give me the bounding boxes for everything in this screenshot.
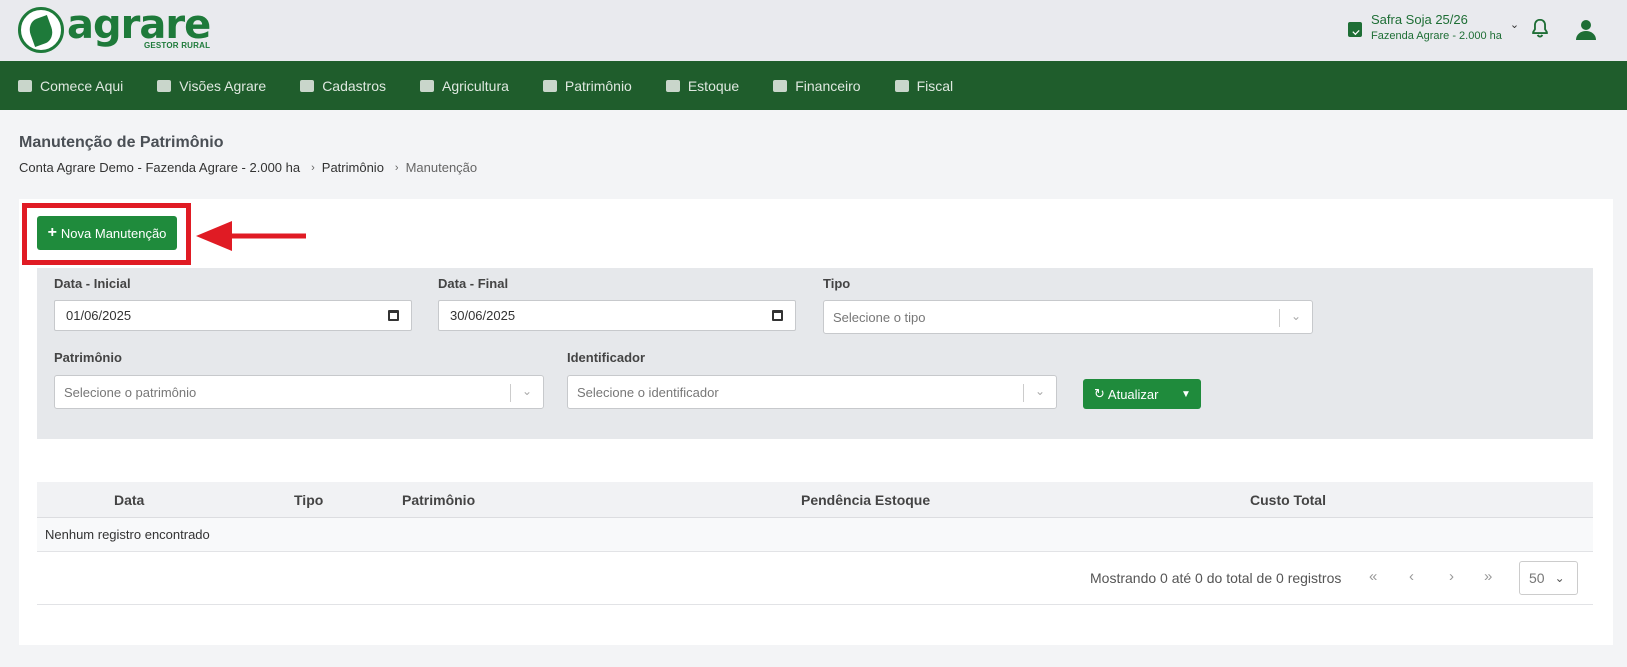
leaf-logo-icon: [18, 7, 64, 53]
nav-label: Cadastros: [322, 77, 386, 94]
page-size-select[interactable]: 50 ⌄: [1519, 561, 1578, 595]
user-icon[interactable]: [1574, 17, 1598, 41]
select-divider: [1279, 309, 1280, 327]
select-divider: [1023, 384, 1024, 402]
hand-money-icon: [773, 79, 788, 92]
nova-manutencao-button[interactable]: + Nova Manutenção: [37, 216, 177, 250]
breadcrumb: Conta Agrare Demo - Fazenda Agrare - 2.0…: [19, 160, 477, 175]
nav-label: Estoque: [687, 77, 740, 94]
nav-patrimonio[interactable]: Patrimônio: [542, 77, 632, 94]
identificador-select[interactable]: Selecione o identificador ⌄: [567, 375, 1057, 409]
leaf-icon: [420, 79, 434, 92]
chevron-down-icon: ⌄: [1034, 384, 1045, 398]
chevron-down-icon: ⌄: [1509, 19, 1520, 31]
nav-cadastros[interactable]: Cadastros: [300, 78, 386, 94]
atualizar-label: Atualizar: [1107, 386, 1159, 402]
dashboard-icon: [157, 79, 172, 92]
atualizar-button-group: ↻ Atualizar ▼: [1083, 379, 1201, 409]
table-header: Data Tipo Patrimônio Pendência Estoque C…: [37, 482, 1593, 518]
plus-icon: +: [47, 224, 57, 241]
patrimonio-placeholder: Selecione o patrimônio: [64, 384, 197, 400]
column-header-data[interactable]: Data: [114, 492, 144, 508]
data-inicial-input[interactable]: 01/06/2025: [54, 300, 412, 331]
bell-icon[interactable]: [1529, 16, 1551, 40]
page-size-value: 50: [1529, 570, 1545, 586]
identificador-label: Identificador: [567, 350, 646, 365]
chevron-down-icon: ⌄: [1290, 309, 1301, 323]
pagination-info: Mostrando 0 até 0 do total de 0 registro…: [1090, 570, 1342, 586]
truck-icon: [300, 79, 315, 92]
nav-agricultura[interactable]: Agricultura: [420, 78, 509, 94]
chevron-down-icon: ⌄: [521, 384, 532, 398]
breadcrumb-account[interactable]: Conta Agrare Demo - Fazenda Agrare - 2.0…: [19, 160, 300, 175]
first-page-icon[interactable]: «: [1369, 568, 1377, 585]
main-nav: Comece Aqui Visões Agrare Cadastros Agri…: [0, 61, 1627, 110]
patrimonio-label: Patrimônio: [54, 350, 122, 365]
nav-financeiro[interactable]: Financeiro: [773, 77, 861, 94]
table-empty-row: Nenhum registro encontrado: [37, 518, 1593, 552]
page-title: Manutenção de Patrimônio: [19, 134, 224, 151]
data-final-input[interactable]: 30/06/2025: [438, 300, 796, 331]
empty-message: Nenhum registro encontrado: [45, 527, 210, 542]
identificador-placeholder: Selecione o identificador: [577, 384, 719, 400]
safra-selector[interactable]: Safra Soja 25/26 Fazenda Agrare - 2.000 …: [1348, 12, 1519, 44]
brand-name: agrare: [67, 2, 211, 48]
patrimonio-select[interactable]: Selecione o patrimônio ⌄: [54, 375, 544, 409]
invoice-icon: [894, 79, 909, 92]
column-header-patrimonio[interactable]: Patrimônio: [402, 492, 475, 508]
fazenda-name: Fazenda Agrare - 2.000 ha: [1371, 30, 1502, 43]
data-final-value: 30/06/2025: [450, 308, 516, 323]
prev-page-icon[interactable]: ‹: [1409, 568, 1414, 585]
column-header-tipo[interactable]: Tipo: [294, 492, 323, 508]
nav-visoes-agrare[interactable]: Visões Agrare: [157, 78, 266, 94]
atualizar-button[interactable]: ↻ Atualizar: [1083, 386, 1171, 402]
calendar-icon[interactable]: [388, 310, 399, 321]
safra-name: Safra Soja 25/26: [1371, 12, 1468, 27]
handshake-icon: [18, 79, 32, 92]
chevron-right-icon: ›: [394, 161, 399, 174]
column-header-custo-total[interactable]: Custo Total: [1250, 492, 1326, 508]
nav-fiscal[interactable]: Fiscal: [894, 77, 954, 94]
data-inicial-value: 01/06/2025: [66, 308, 132, 323]
annotation-arrow-icon: [196, 221, 306, 251]
nav-estoque[interactable]: Estoque: [665, 77, 740, 94]
nav-label: Fiscal: [916, 77, 954, 94]
tipo-select[interactable]: Selecione o tipo ⌄: [823, 300, 1313, 334]
calendar-check-icon: [1348, 22, 1362, 37]
agrare-logo[interactable]: agrare GESTOR RURAL: [18, 2, 211, 53]
nova-manutencao-label: Nova Manutenção: [60, 225, 167, 241]
refresh-icon: ↻: [1094, 386, 1105, 401]
atualizar-dropdown-toggle[interactable]: ▼: [1171, 389, 1201, 400]
nav-label: Visões Agrare: [179, 77, 267, 94]
breadcrumb-patrimonio[interactable]: Patrimônio: [322, 160, 384, 175]
nav-label: Comece Aqui: [40, 77, 124, 94]
calendar-icon[interactable]: [772, 310, 783, 321]
data-inicial-label: Data - Inicial: [54, 276, 131, 291]
chevron-right-icon: ›: [311, 161, 315, 174]
table-footer-divider: [37, 604, 1593, 605]
next-page-icon[interactable]: ›: [1449, 568, 1454, 585]
nav-label: Patrimônio: [564, 77, 632, 94]
chevron-down-icon: ⌄: [1554, 571, 1565, 585]
breadcrumb-current: Manutenção: [405, 160, 478, 175]
nav-label: Financeiro: [795, 77, 861, 94]
last-page-icon[interactable]: »: [1484, 568, 1492, 585]
filter-panel: [37, 268, 1593, 439]
tractor-icon: [542, 79, 557, 92]
tipo-label: Tipo: [823, 276, 851, 291]
nav-label: Agricultura: [442, 77, 509, 94]
top-header: agrare GESTOR RURAL Safra Soja 25/26 Faz…: [0, 0, 1627, 61]
boxes-icon: [665, 79, 680, 92]
tipo-placeholder: Selecione o tipo: [833, 309, 926, 325]
data-final-label: Data - Final: [438, 276, 509, 291]
column-header-pendencia-estoque[interactable]: Pendência Estoque: [801, 492, 930, 508]
nav-comece-aqui[interactable]: Comece Aqui: [18, 78, 123, 94]
select-divider: [510, 384, 511, 402]
